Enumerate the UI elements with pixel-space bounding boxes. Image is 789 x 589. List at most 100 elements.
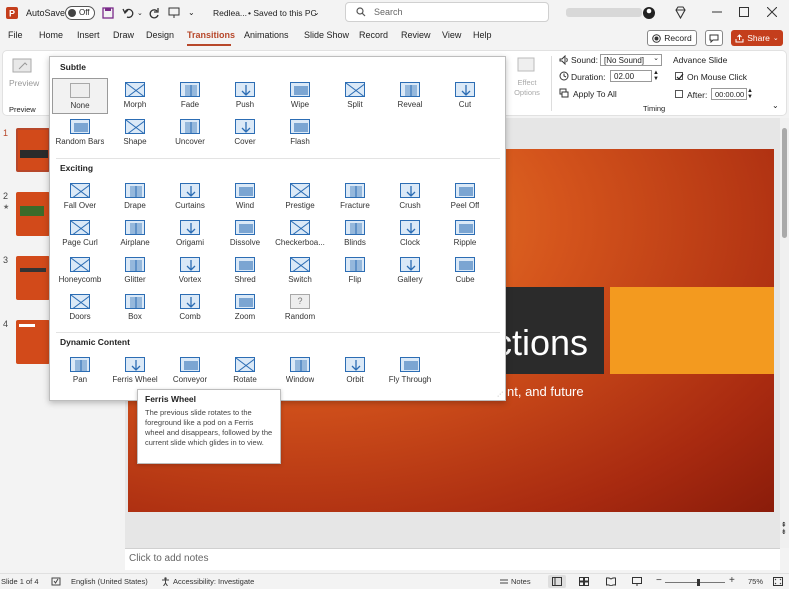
tab-design[interactable]: Design: [146, 30, 174, 40]
redo-icon[interactable]: [148, 0, 160, 25]
transition-uncover[interactable]: Uncover: [162, 115, 218, 151]
accessibility-status[interactable]: Accessibility: Investigate: [173, 577, 254, 586]
transition-shape[interactable]: Shape: [107, 115, 163, 151]
undo-dropdown-icon[interactable]: ⌄: [137, 0, 143, 25]
transition-cover[interactable]: Cover: [217, 115, 273, 151]
transition-box[interactable]: Box: [107, 290, 163, 326]
minimize-icon[interactable]: [712, 7, 722, 17]
apply-to-all-button[interactable]: Apply To All: [573, 89, 617, 99]
maximize-icon[interactable]: [739, 7, 749, 17]
transition-dissolve[interactable]: Dissolve: [217, 216, 273, 252]
notes-toggle[interactable]: Notes: [511, 577, 531, 586]
fit-to-window-icon[interactable]: [773, 577, 783, 586]
notes-pane[interactable]: Click to add notes: [125, 548, 780, 570]
zoom-slider-thumb[interactable]: [697, 579, 700, 586]
share-button[interactable]: Share ⌄: [731, 30, 783, 46]
transition-airplane[interactable]: Airplane: [107, 216, 163, 252]
slide-thumbnail-1[interactable]: [16, 128, 50, 172]
transition-fracture[interactable]: Fracture: [327, 179, 383, 215]
tab-slide-show[interactable]: Slide Show: [304, 30, 349, 40]
duration-spinner[interactable]: ▲ ▼: [653, 70, 659, 82]
transition-random-bars[interactable]: Random Bars: [52, 115, 108, 151]
gallery-resize-grip-icon[interactable]: ⋰: [497, 391, 503, 398]
transition-crush[interactable]: Crush: [382, 179, 438, 215]
transition-drape[interactable]: Drape: [107, 179, 163, 215]
zoom-out-button[interactable]: −: [656, 575, 662, 586]
transition-reveal[interactable]: Reveal: [382, 78, 438, 114]
save-status[interactable]: • Saved to this PC: [248, 0, 317, 25]
transition-clock[interactable]: Clock: [382, 216, 438, 252]
transition-curtains[interactable]: Curtains: [162, 179, 218, 215]
record-button[interactable]: Record: [647, 30, 697, 46]
slide-nav-icon[interactable]: ⇞ ⇟: [781, 522, 787, 536]
transition-rotate[interactable]: Rotate: [217, 353, 273, 389]
tab-home[interactable]: Home: [39, 30, 63, 40]
tab-view[interactable]: View: [442, 30, 461, 40]
search-box[interactable]: Search: [345, 2, 549, 22]
save-status-chevron-icon[interactable]: ⌄: [313, 0, 320, 25]
tab-insert[interactable]: Insert: [77, 30, 100, 40]
transition-blinds[interactable]: Blinds: [327, 216, 383, 252]
on-mouse-click-checkbox[interactable]: [675, 72, 684, 80]
transition-fade[interactable]: Fade: [162, 78, 218, 114]
transition-page-curl[interactable]: Page Curl: [52, 216, 108, 252]
transition-fall-over[interactable]: Fall Over: [52, 179, 108, 215]
slide-subtitle-text[interactable]: nt, and future: [507, 384, 584, 399]
transition-vortex[interactable]: Vortex: [162, 253, 218, 289]
transition-window[interactable]: Window: [272, 353, 328, 389]
transition-push[interactable]: Push: [217, 78, 273, 114]
transition-fly-through[interactable]: Fly Through: [382, 353, 438, 389]
customize-toolbar-icon[interactable]: ⌄: [188, 0, 195, 25]
slide-thumbnail-3[interactable]: [16, 256, 50, 300]
share-chevron-icon[interactable]: ⌄: [773, 34, 779, 42]
zoom-in-button[interactable]: +: [729, 575, 735, 586]
after-spinner[interactable]: ▲ ▼: [747, 88, 753, 100]
transition-zoom[interactable]: Zoom: [217, 290, 273, 326]
tab-help[interactable]: Help: [473, 30, 492, 40]
transition-checkerboa[interactable]: Checkerboa...: [272, 216, 328, 252]
tab-record[interactable]: Record: [359, 30, 388, 40]
transition-honeycomb[interactable]: Honeycomb: [52, 253, 108, 289]
after-checkbox[interactable]: [675, 90, 683, 98]
tab-transitions[interactable]: Transitions: [187, 30, 235, 40]
diamond-icon[interactable]: [674, 6, 687, 19]
transition-cube[interactable]: Cube: [437, 253, 493, 289]
autosave-toggle[interactable]: Off: [65, 0, 95, 25]
normal-view-button[interactable]: [548, 575, 566, 588]
transition-gallery[interactable]: Gallery: [382, 253, 438, 289]
transition-comb[interactable]: Comb: [162, 290, 218, 326]
reading-view-icon[interactable]: [606, 577, 616, 586]
preview-icon[interactable]: [12, 58, 32, 74]
scrollbar-thumb[interactable]: [782, 128, 787, 238]
slide-thumbnail-2[interactable]: [16, 192, 50, 236]
tab-animations[interactable]: Animations: [244, 30, 289, 40]
slide-thumbnail-4[interactable]: [16, 320, 50, 364]
slide-title-text[interactable]: ctions: [494, 322, 588, 364]
transition-switch[interactable]: Switch: [272, 253, 328, 289]
zoom-slider[interactable]: [665, 579, 725, 586]
spellcheck-icon[interactable]: [51, 577, 61, 586]
transition-random[interactable]: ? Random: [272, 290, 328, 326]
transition-cut[interactable]: Cut: [437, 78, 493, 114]
slide-show-icon[interactable]: [632, 577, 642, 586]
tab-file[interactable]: File: [8, 30, 23, 40]
transition-ripple[interactable]: Ripple: [437, 216, 493, 252]
slide-sorter-icon[interactable]: [579, 577, 589, 586]
transition-wind[interactable]: Wind: [217, 179, 273, 215]
transition-origami[interactable]: Origami: [162, 216, 218, 252]
undo-icon[interactable]: [122, 0, 136, 25]
close-icon[interactable]: [767, 7, 777, 17]
transition-flash[interactable]: Flash: [272, 115, 328, 151]
transition-wipe[interactable]: Wipe: [272, 78, 328, 114]
transition-none[interactable]: None: [52, 78, 108, 114]
preview-button-label[interactable]: Preview: [9, 78, 39, 88]
duration-input[interactable]: 02.00: [610, 70, 652, 82]
transition-glitter[interactable]: Glitter: [107, 253, 163, 289]
transition-conveyor[interactable]: Conveyor: [162, 353, 218, 389]
present-icon[interactable]: [168, 0, 180, 25]
effect-options-label[interactable]: Effect Options: [509, 78, 545, 98]
transition-morph[interactable]: Morph: [107, 78, 163, 114]
transition-pan[interactable]: Pan: [52, 353, 108, 389]
avatar[interactable]: [642, 6, 656, 20]
transition-shred[interactable]: Shred: [217, 253, 273, 289]
